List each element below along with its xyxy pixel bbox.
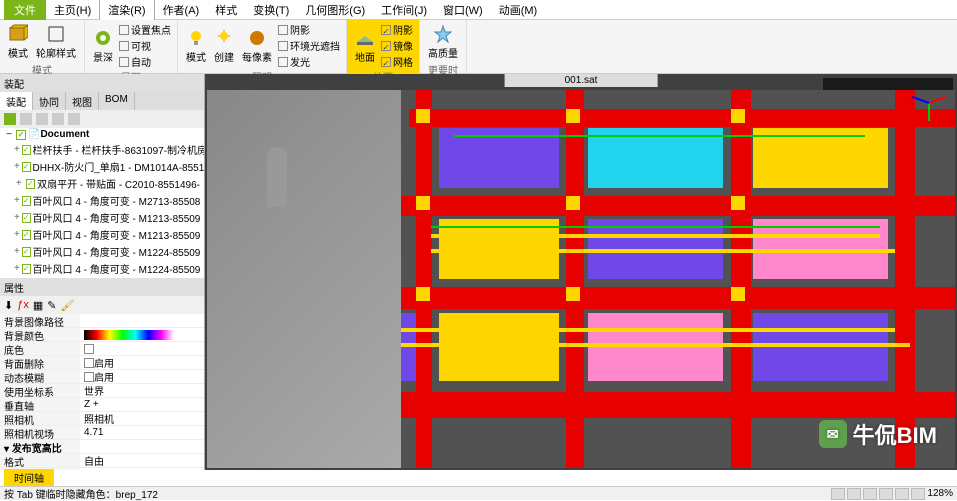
tree-item[interactable]: +百叶风口 4 - 角度可变 - M1213-85509	[0, 209, 204, 226]
props-tool-icon[interactable]: ƒx	[17, 299, 29, 311]
props-title: 属性	[0, 278, 204, 296]
ground-button[interactable]: 地面	[353, 26, 377, 66]
tree-item[interactable]: +双扇平开 - 带贴面 - C2010-8551496-	[0, 175, 204, 192]
dof-button[interactable]: 景深	[91, 26, 115, 66]
check-visible[interactable]: 可视	[119, 38, 171, 53]
checkbox[interactable]	[84, 358, 94, 368]
ribbon-group-mode: 模式 轮廓样式 模式	[0, 20, 85, 73]
status-icon[interactable]	[831, 488, 845, 500]
menu-animation[interactable]: 动画(M)	[491, 0, 546, 20]
tree-item[interactable]: +百叶风口 4 - 角度可变 - M1224-85509	[0, 243, 204, 260]
check-mirror[interactable]: 镜像	[381, 38, 413, 53]
status-icon[interactable]	[879, 488, 893, 500]
menu-geometry[interactable]: 几何图形(G)	[297, 0, 373, 20]
props-body[interactable]: 背景图像路径 背景颜色 底色 背面删除启用 动态模糊启用 使用坐标系世界 垂直轴…	[0, 314, 204, 470]
tree-item[interactable]: +百叶风口 4 - 角度可变 - M1213-85509	[0, 226, 204, 243]
checkbox[interactable]	[84, 372, 94, 382]
check-ground-shadow[interactable]: 阴影	[381, 22, 413, 37]
timeline-tab[interactable]: 时间轴	[4, 469, 54, 486]
ribbon-group-dof: 景深 设置焦点 可视 自动 景深	[85, 20, 178, 73]
check-auto[interactable]: 自动	[119, 54, 171, 69]
wechat-icon: ✉	[819, 420, 847, 448]
tree-item[interactable]: +栏杆扶手 - 栏杆扶手-8631097-制冷机房	[0, 141, 204, 158]
status-icon[interactable]	[863, 488, 877, 500]
watermark: ✉ 牛侃BIM	[819, 418, 937, 450]
outline-style-button[interactable]: 轮廓样式	[34, 22, 78, 62]
menu-window[interactable]: 窗口(W)	[435, 0, 491, 20]
props-tool-icon[interactable]: 🖌	[60, 299, 74, 312]
props-tool-icon[interactable]: ✎	[47, 299, 56, 312]
light-mode-button[interactable]: 模式	[184, 26, 208, 66]
3d-scene	[207, 90, 955, 468]
check-shadow[interactable]: 阴影	[278, 22, 340, 37]
tree-root[interactable]: −📄Document	[0, 128, 204, 141]
props-toolbar: ⬇ ƒx ▦ ✎ 🖌	[0, 296, 204, 314]
status-icon[interactable]	[847, 488, 861, 500]
props-tool-icon[interactable]: ▦	[33, 299, 43, 312]
status-text: 按 Tab 键临时隐藏角色：brep_172	[4, 486, 158, 501]
ribbon-group-ground: 地面 阴影 镜像 网格 地面	[347, 20, 420, 73]
viewport-tab[interactable]: 001.sat	[505, 74, 658, 87]
ribbon-group-lighting: 模式 创建 每像素 阴影 环境光遮挡 发光 照明	[178, 20, 347, 73]
check-grid[interactable]: 网格	[381, 54, 413, 69]
menu-bar: 文件 主页(H) 渲染(R) 作者(A) 样式 变换(T) 几何图形(G) 工作…	[0, 0, 957, 20]
tab-view[interactable]: 视图	[66, 92, 99, 110]
tree-tool-icon[interactable]	[52, 113, 64, 125]
mode-button[interactable]: 模式	[6, 22, 30, 62]
zoom-label[interactable]: 128%	[927, 488, 953, 500]
menu-style[interactable]: 样式	[207, 0, 245, 20]
tree-tabs: 装配 协同 视图 BOM	[0, 92, 204, 110]
rainbow-picker[interactable]	[84, 330, 174, 340]
menu-author[interactable]: 作者(A)	[155, 0, 208, 20]
tab-assembly[interactable]: 装配	[0, 92, 33, 110]
color-swatch[interactable]	[84, 344, 94, 354]
status-bar: 按 Tab 键临时隐藏角色：brep_172 128%	[0, 486, 957, 500]
ribbon: 模式 轮廓样式 模式 景深 设置焦点 可视 自动 景深	[0, 20, 957, 74]
light-create-button[interactable]: 创建	[212, 26, 236, 66]
check-focus[interactable]: 设置焦点	[119, 22, 171, 37]
status-icon[interactable]	[911, 488, 925, 500]
tree-tool-icon[interactable]	[20, 113, 32, 125]
tree-toolbar	[0, 110, 204, 128]
tree-tool-icon[interactable]	[4, 113, 16, 125]
tab-collab[interactable]: 协同	[33, 92, 66, 110]
tree-body[interactable]: −📄Document +栏杆扶手 - 栏杆扶手-8631097-制冷机房 +DH…	[0, 128, 204, 278]
axes-gizmo[interactable]	[909, 82, 949, 122]
tree-item[interactable]: +DHHX-防火门_单扇1 - DM1014A-8551	[0, 158, 204, 175]
file-menu[interactable]: 文件	[4, 0, 46, 20]
menu-render[interactable]: 渲染(R)	[99, 0, 154, 20]
per-pixel-button[interactable]: 每像素	[240, 26, 274, 66]
tree-tool-icon[interactable]	[36, 113, 48, 125]
tree-item[interactable]: +百叶风口 4 - 角度可变 - M2713-85508	[0, 192, 204, 209]
menu-workspace[interactable]: 工作间(J)	[373, 0, 435, 20]
ribbon-group-quality: 高质量 更要时	[420, 20, 467, 73]
hq-button[interactable]: 高质量	[426, 22, 460, 62]
tree-panel-title: 装配	[0, 74, 204, 92]
props-tool-icon[interactable]: ⬇	[4, 299, 13, 312]
tree-item[interactable]: +百叶风口 4 - 角度可变 - M1224-85509	[0, 260, 204, 277]
menu-transform[interactable]: 变换(T)	[245, 0, 297, 20]
check-ao[interactable]: 环境光遮挡	[278, 38, 340, 53]
status-icon[interactable]	[895, 488, 909, 500]
tab-bom[interactable]: BOM	[99, 92, 135, 110]
tree-tool-icon[interactable]	[68, 113, 80, 125]
3d-viewport[interactable]: 001.sat	[205, 74, 957, 470]
check-glow[interactable]: 发光	[278, 54, 340, 69]
left-panel: 装配 装配 协同 视图 BOM −📄Document +栏杆扶手 - 栏杆扶手-…	[0, 74, 205, 470]
menu-home[interactable]: 主页(H)	[46, 0, 99, 20]
